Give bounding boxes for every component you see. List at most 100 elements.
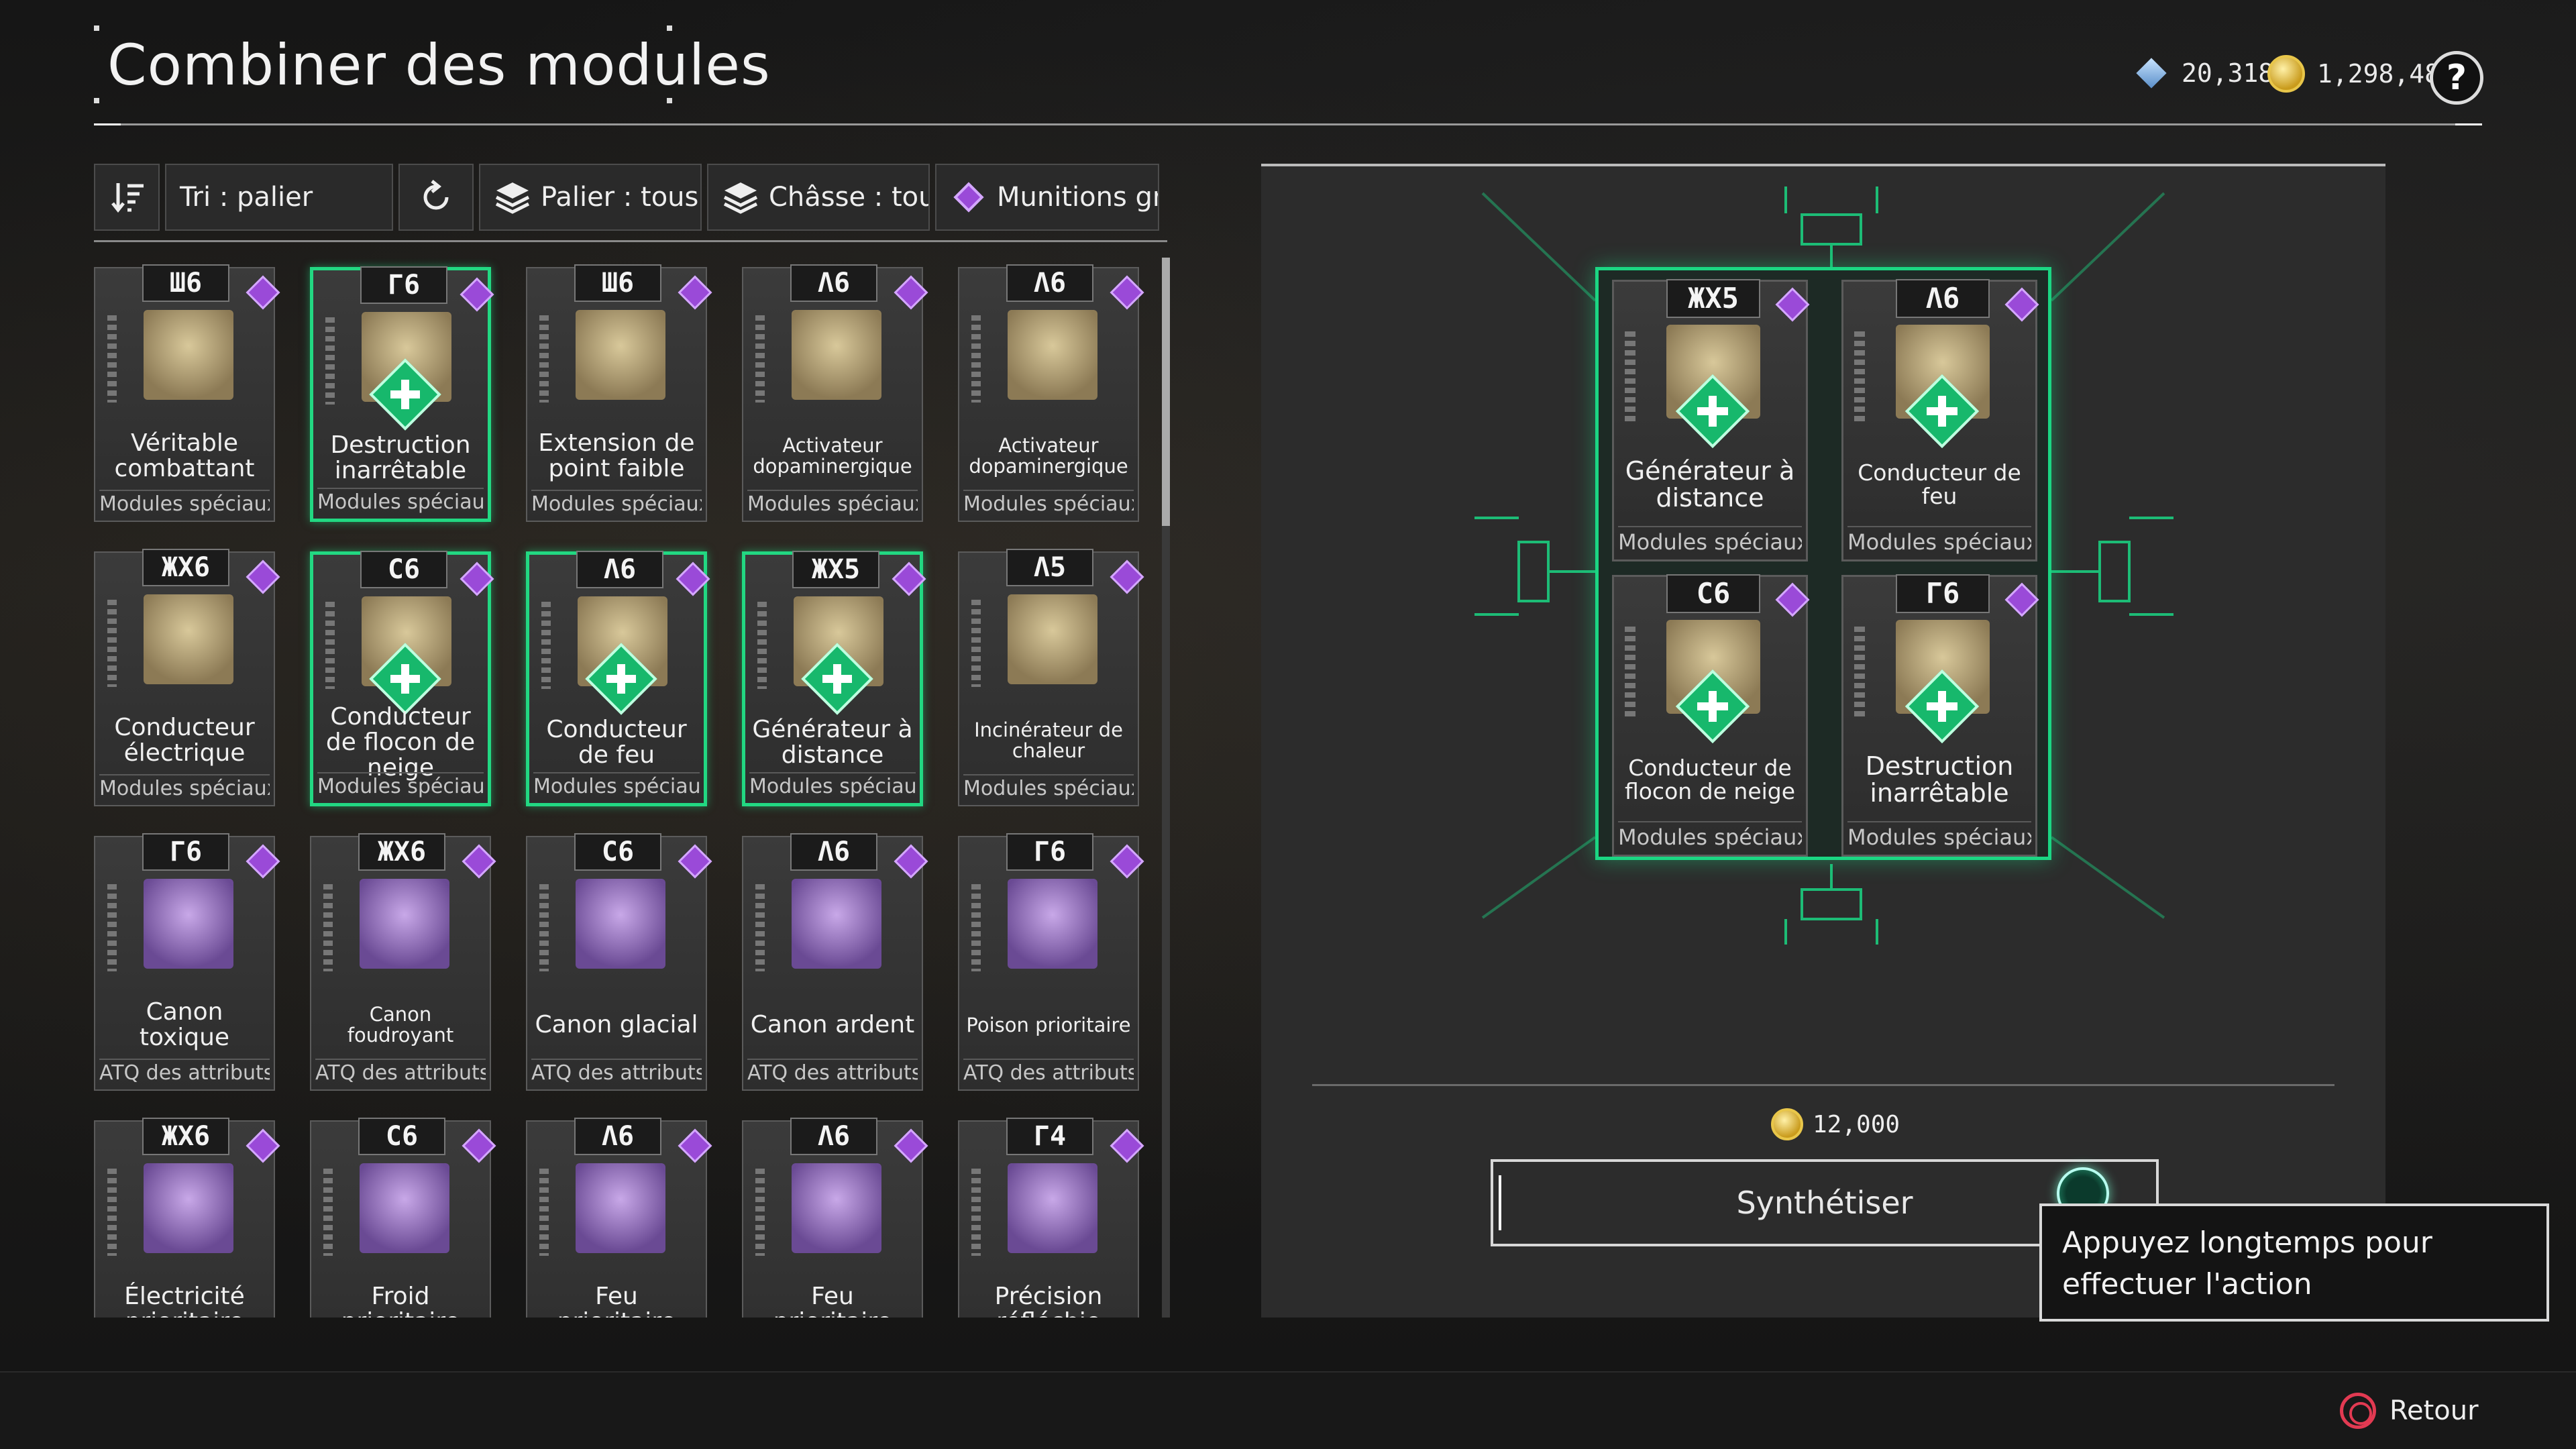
rarity-icon xyxy=(892,843,927,877)
ammo-diamond-icon xyxy=(953,182,984,213)
layers-icon xyxy=(495,182,530,214)
module-category: Modules spéciaux xyxy=(99,774,270,802)
module-category: Modules spéciaux xyxy=(747,490,918,518)
card-decoration xyxy=(323,884,333,971)
rarity-icon xyxy=(1108,558,1143,593)
module-category: ATQ des attributs xyxy=(531,1059,702,1087)
sort-label: Tri : palier xyxy=(180,182,313,213)
circle-button-icon xyxy=(2340,1393,2376,1429)
coin-icon xyxy=(1771,1108,1803,1140)
rarity-icon xyxy=(1774,286,1809,321)
combine-slot-2[interactable]: Λ6 Conducteur de feu Modules spéciaux xyxy=(1841,279,2037,561)
card-decoration xyxy=(755,315,765,402)
module-card[interactable]: Г6 Poison prioritaire ATQ des attributs xyxy=(958,833,1139,1091)
module-tier: С6 xyxy=(574,833,661,871)
ammo-filter[interactable]: Munitions gr xyxy=(935,164,1159,231)
module-name: Électricité prioritaire xyxy=(124,1283,245,1318)
refresh-icon xyxy=(423,180,449,210)
slot-tier: ЖX5 xyxy=(1666,279,1760,318)
help-button[interactable]: ? xyxy=(2430,51,2483,105)
module-card[interactable]: Λ6 Canon ardent ATQ des attributs xyxy=(742,833,923,1091)
slot-category: Modules spéciaux xyxy=(1618,526,1802,557)
module-card[interactable]: Г6 Destruction inarrêtable Modules spéciau… xyxy=(310,266,493,522)
combine-slot-4[interactable]: Г6 Destruction inarrêtable Modules spéci… xyxy=(1841,574,2037,857)
combine-slot-3[interactable]: С6 Conducteur de flocon de neige Modules… xyxy=(1612,574,1808,857)
slot-name: Conducteur de feu xyxy=(1858,460,2021,509)
rarity-icon xyxy=(676,843,711,877)
rarity-icon xyxy=(1108,1127,1143,1162)
tier-filter[interactable]: Palier : tous xyxy=(479,164,702,231)
scroll-thumb[interactable] xyxy=(1162,258,1170,526)
rarity-icon xyxy=(244,1127,279,1162)
module-card[interactable]: Г6 Canon toxique ATQ des attributs xyxy=(94,833,275,1091)
module-icon xyxy=(576,1163,665,1253)
module-icon xyxy=(576,879,665,969)
gem-currency: 20,318 xyxy=(2133,55,2273,91)
gem-icon xyxy=(2133,55,2169,91)
module-card[interactable]: Λ6 Feu prioritaire xyxy=(526,1118,707,1318)
rarity-icon xyxy=(244,274,279,309)
module-card[interactable]: ЖX6 Conducteur électrique Modules spéciaux xyxy=(94,549,275,806)
module-card[interactable]: Г4 Précision réfléchie xyxy=(958,1118,1139,1318)
slot-category: Modules spéciaux xyxy=(1847,526,2031,557)
module-card[interactable]: Ш6 Véritable combattant Modules spéciaux xyxy=(94,264,275,522)
combine-slot-1[interactable]: ЖX5 Générateur à distance Modules spécia… xyxy=(1612,279,1809,561)
module-card[interactable]: Λ5 Incinérateur de chaleur Modules spéciau… xyxy=(958,549,1139,806)
module-card[interactable]: ЖX6 Électricité prioritaire xyxy=(94,1118,275,1318)
title-corner xyxy=(94,25,99,31)
card-decoration xyxy=(107,884,117,971)
module-tier: Λ5 xyxy=(1006,549,1093,586)
hold-tooltip: Appuyez longtemps pour effectuer l'actio… xyxy=(2039,1203,2549,1322)
module-card[interactable]: С6 Canon glacial ATQ des attributs xyxy=(526,833,707,1091)
back-button[interactable]: Retour xyxy=(2340,1393,2479,1429)
slot-tier: С6 xyxy=(1666,574,1760,613)
card-decoration xyxy=(541,602,551,689)
module-card[interactable]: Λ6 Feu prioritaire xyxy=(742,1118,923,1318)
card-decoration xyxy=(971,1169,981,1256)
module-category: ATQ des attributs xyxy=(747,1059,918,1087)
module-card[interactable]: ЖX5 Générateur à distance Modules spéciaux xyxy=(742,551,923,806)
module-category: Modules spéciaux xyxy=(963,490,1134,518)
tier-filter-label: Palier : tous xyxy=(541,182,699,213)
slot-decoration xyxy=(1854,627,1865,720)
module-category: ATQ des attributs xyxy=(315,1059,486,1087)
header-divider xyxy=(94,123,2482,125)
grid-scrollbar[interactable] xyxy=(1162,258,1170,1318)
module-card[interactable]: Λ6 Activateur dopaminergique Modules spéci… xyxy=(742,264,923,522)
module-icon xyxy=(1008,1163,1097,1253)
module-tier: С6 xyxy=(358,1118,445,1155)
card-decoration xyxy=(971,600,981,687)
rarity-icon xyxy=(460,843,495,877)
module-category: Modules spéciaux xyxy=(531,490,702,518)
module-card[interactable]: С6 Froid prioritaire xyxy=(310,1118,491,1318)
card-decoration xyxy=(107,600,117,687)
cost-amount: 12,000 xyxy=(1813,1110,1900,1138)
card-decoration xyxy=(107,315,117,402)
module-icon xyxy=(792,1163,881,1253)
module-icon xyxy=(360,1163,449,1253)
sort-dropdown[interactable]: Tri : palier xyxy=(165,164,393,231)
reset-filters-button[interactable] xyxy=(398,164,474,231)
slot-category: Modules spéciaux xyxy=(1847,821,2031,852)
module-name: Canon foudroyant xyxy=(347,1003,454,1046)
module-card[interactable]: Ш6 Extension de point faible Modules spéci… xyxy=(526,264,707,522)
module-name: Incinérateur de chaleur xyxy=(974,718,1123,762)
card-decoration xyxy=(539,884,549,971)
chassis-filter-label: Châsse : tou xyxy=(769,182,930,213)
module-card[interactable]: ЖX6 Canon foudroyant ATQ des attributs xyxy=(310,833,491,1091)
module-icon xyxy=(1008,879,1097,969)
rarity-icon xyxy=(458,276,493,311)
module-tier: Ш6 xyxy=(574,264,661,302)
slot-name: Destruction inarrêtable xyxy=(1865,751,2014,808)
module-card[interactable]: Λ6 Conducteur de feu Modules spéciaux xyxy=(526,551,707,806)
module-card[interactable]: С6 Conducteur de flocon de neige Modules s… xyxy=(310,551,491,806)
chassis-filter[interactable]: Châsse : tou xyxy=(707,164,930,231)
module-icon xyxy=(792,879,881,969)
module-name: Conducteur de feu xyxy=(546,716,687,769)
slot-decoration xyxy=(1625,331,1635,425)
module-name: Précision réfléchie xyxy=(994,1283,1103,1318)
slot-decoration xyxy=(1854,331,1865,425)
module-icon xyxy=(144,594,233,684)
sort-order-button[interactable] xyxy=(94,164,160,231)
module-card[interactable]: Λ6 Activateur dopaminergique Modules spéci… xyxy=(958,264,1139,522)
